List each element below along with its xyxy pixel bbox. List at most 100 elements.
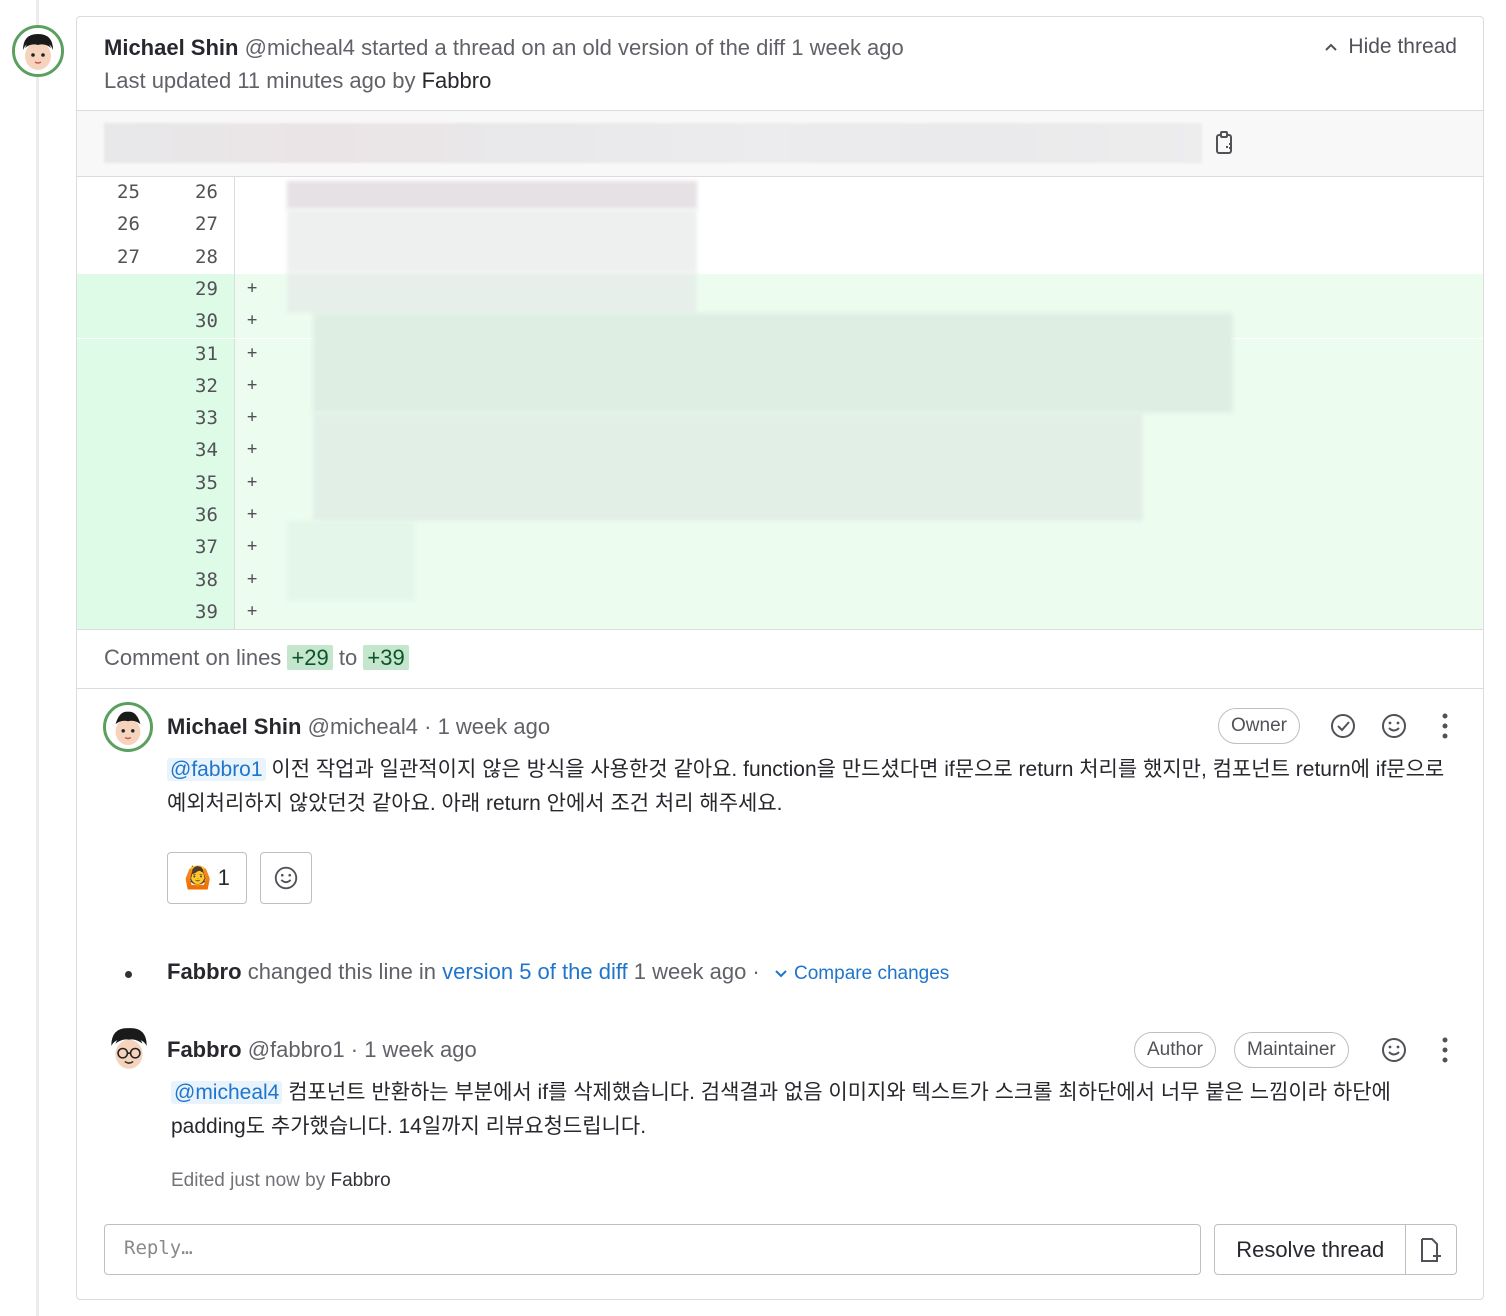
added-sign: + [247,471,258,492]
diff-line: 39 + [77,596,1483,630]
add-reaction-icon[interactable] [1379,711,1409,741]
line-range-end: +39 [363,645,409,670]
old-line-number[interactable]: 26 [117,213,157,235]
avatar-boy-icon [106,705,150,749]
note-header: Michael Shin @micheal4 · 1 week ago [167,714,550,740]
thread-started-line: Michael Shin @micheal4 started a thread … [104,35,904,61]
comment-lines-to: to [338,645,358,670]
owner-badge: Owner [1218,708,1300,744]
reaction-count: 1 [217,865,230,890]
edited-info: Edited just now by Fabbro [171,1170,391,1192]
system-note-text: changed this line in [247,959,437,984]
add-reaction-icon[interactable] [1379,1035,1409,1065]
old-line-number[interactable]: 27 [117,246,157,268]
added-sign: + [247,407,258,428]
new-line-number[interactable]: 31 [195,343,235,365]
last-updated-text: Last updated 11 minutes ago by [104,68,416,93]
discussion-thread: Michael Shin @micheal4 started a thread … [76,16,1484,1300]
reply-input[interactable]: Reply… [104,1224,1201,1275]
copy-file-path-icon[interactable] [1213,131,1237,157]
chevron-up-icon [1325,43,1338,51]
avatar[interactable] [12,25,64,77]
diff-version-link[interactable]: version 5 of the diff [442,959,628,984]
create-issue-icon [1421,1237,1442,1262]
added-sign: + [247,374,258,395]
diff-file-header [77,111,1483,177]
hide-thread-label: Hide thread [1348,35,1457,58]
thread-started-time: 1 week ago [791,35,904,60]
note-header: Fabbro @fabbro1 · 1 week ago [167,1037,477,1063]
compare-changes-label: Compare changes [794,963,950,984]
new-line-number[interactable]: 35 [195,472,235,494]
new-line-number[interactable]: 26 [195,181,235,203]
reaction-button[interactable]: 🙆 1 [167,852,247,904]
resolve-thread-button[interactable]: Resolve thread [1215,1225,1407,1274]
new-line-number[interactable]: 33 [195,407,235,429]
new-line-number[interactable]: 39 [195,601,235,623]
thread-last-updated: Last updated 11 minutes ago by Fabbro [104,68,491,94]
resolve-thread-group: Resolve thread [1214,1224,1457,1275]
note-author-handle[interactable]: @fabbro1 [248,1037,345,1062]
hide-thread-button[interactable]: Hide thread [1324,35,1457,59]
system-note-time[interactable]: 1 week ago · [634,959,760,984]
comment-lines-prefix: Comment on lines [104,645,282,670]
added-sign: + [247,310,258,331]
edited-text: Edited just now by [171,1170,326,1191]
more-actions-icon[interactable] [1430,1035,1460,1065]
added-sign: + [247,504,258,524]
chevron-down-icon [775,970,787,978]
new-line-number[interactable]: 28 [195,246,235,268]
system-note: Fabbro changed this line in version 5 of… [167,959,949,985]
compare-changes-toggle[interactable]: Compare changes [774,959,949,985]
avatar[interactable] [105,1025,155,1075]
new-line-number[interactable]: 27 [195,213,235,235]
note-time[interactable]: · 1 week ago [424,714,550,739]
timeline-line [36,0,39,1316]
line-range-start: +29 [287,645,333,670]
create-issue-button[interactable] [1406,1225,1456,1274]
thread-author-handle[interactable]: @micheal4 [245,35,355,60]
code-redacted [313,313,1233,413]
more-actions-icon[interactable] [1430,711,1460,741]
avatar[interactable] [103,702,153,752]
smiley-icon [274,866,298,890]
note-time[interactable]: · 1 week ago [351,1037,477,1062]
code-redacted [287,273,697,313]
note-text: 이전 작업과 일관적이지 않은 방식을 사용한것 같아요. function을 … [167,758,1445,815]
note-body: @micheal4 컴포넌트 반환하는 부분에서 if를 삭제했습니다. 검색결… [171,1076,1431,1144]
added-sign: + [247,568,258,589]
added-sign: + [247,600,258,621]
new-line-number[interactable]: 38 [195,569,235,591]
avatar-boy-icon [15,28,61,74]
comment-on-lines: Comment on lines +29 to +39 [77,629,1483,689]
note-author-handle[interactable]: @micheal4 [308,714,418,739]
note-text: 컴포넌트 반환하는 부분에서 if를 삭제했습니다. 검색결과 없음 이미지와 … [171,1081,1391,1138]
user-mention[interactable]: @fabbro1 [167,758,266,781]
note-author-name[interactable]: Michael Shin [167,714,301,739]
author-badge: Author [1134,1032,1216,1068]
new-line-number[interactable]: 34 [195,439,235,461]
add-reaction-button[interactable] [260,852,312,904]
avatar-glasses-icon [105,1025,153,1073]
new-line-number[interactable]: 36 [195,504,235,526]
resolve-check-icon[interactable] [1328,711,1358,741]
code-redacted [287,181,697,209]
new-line-number[interactable]: 29 [195,278,235,300]
user-mention[interactable]: @micheal4 [171,1081,283,1104]
edited-by[interactable]: Fabbro [330,1170,390,1191]
last-updated-by[interactable]: Fabbro [422,68,492,93]
thread-started-text: started a thread on an old version of th… [361,35,786,60]
system-note-actor[interactable]: Fabbro [167,959,242,984]
code-redacted [287,209,697,273]
thread-author-name[interactable]: Michael Shin [104,35,238,60]
note-author-name[interactable]: Fabbro [167,1037,242,1062]
old-line-number[interactable]: 25 [117,181,157,203]
added-sign: + [247,439,258,460]
new-line-number[interactable]: 37 [195,536,235,558]
file-path-redacted [104,123,1202,163]
system-note-dot [125,971,132,978]
new-line-number[interactable]: 30 [195,310,235,332]
new-line-number[interactable]: 32 [195,375,235,397]
thread-header: Michael Shin @micheal4 started a thread … [77,17,1483,111]
ok-gesture-emoji-icon: 🙆 [184,865,212,890]
